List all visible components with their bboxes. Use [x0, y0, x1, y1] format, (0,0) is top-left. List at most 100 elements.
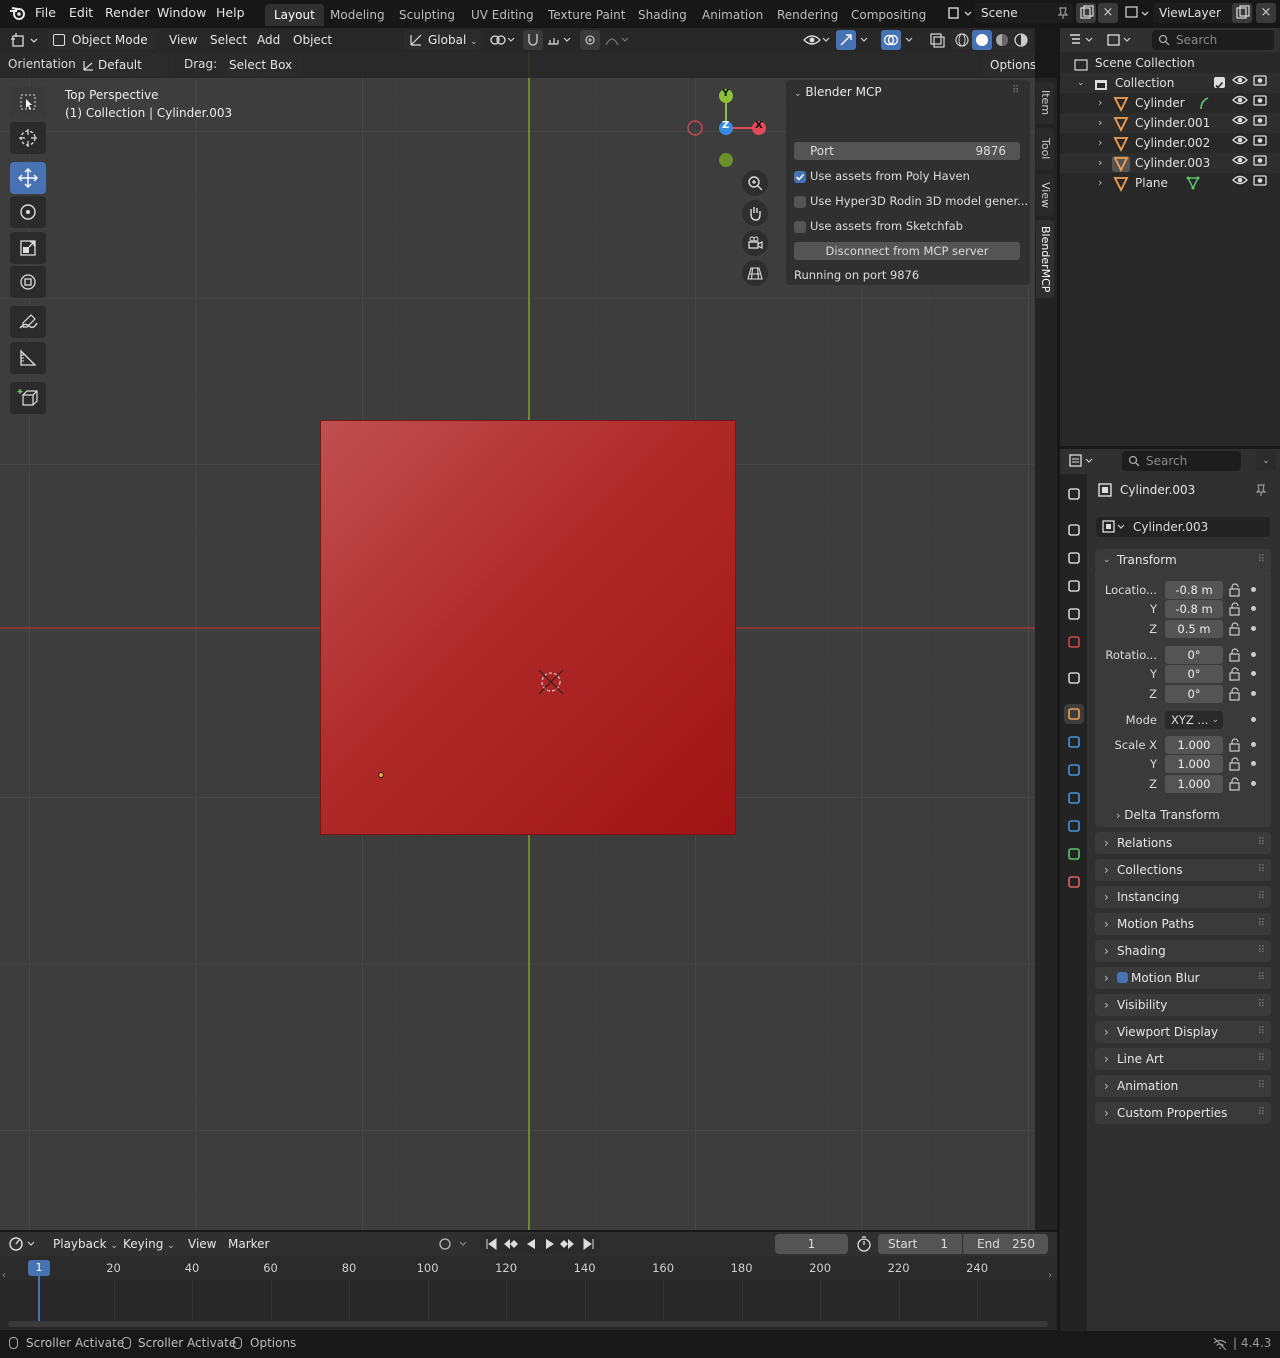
- panel-animation[interactable]: › Animation ⠿: [1095, 1075, 1271, 1097]
- scale-z-field[interactable]: 1.000: [1165, 775, 1223, 793]
- keyframe-dot-icon[interactable]: [1251, 691, 1256, 696]
- snap-toggle-icon[interactable]: [523, 30, 543, 50]
- current-frame-field[interactable]: 1: [775, 1234, 848, 1254]
- drag-handle-icon[interactable]: ⠿: [1258, 1102, 1265, 1124]
- tab-sculpting[interactable]: Sculpting: [390, 4, 464, 26]
- object-data-icon[interactable]: [1064, 844, 1084, 864]
- scale-x-field[interactable]: 1.000: [1165, 736, 1223, 754]
- lock-icon[interactable]: [1228, 667, 1242, 684]
- drag-handle-icon[interactable]: ⠿: [1012, 85, 1019, 96]
- scroll-left-icon[interactable]: ‹: [2, 1270, 6, 1281]
- camera-view-icon[interactable]: [742, 230, 768, 256]
- add-cube-tool[interactable]: [10, 382, 46, 414]
- tool-settings-icon[interactable]: [1064, 484, 1084, 504]
- menu-timeline-view[interactable]: View: [188, 1234, 216, 1254]
- sidebar-tab-view[interactable]: View: [1036, 174, 1054, 216]
- auto-keying-icon[interactable]: [434, 1234, 474, 1254]
- wireframe-shading-icon[interactable]: [953, 31, 971, 49]
- delete-scene-icon[interactable]: ×: [1098, 3, 1118, 23]
- start-frame-field[interactable]: Start 1: [878, 1234, 962, 1254]
- visibility-dropdown-icon[interactable]: [802, 31, 832, 52]
- selected-object-cylinder[interactable]: [320, 420, 736, 835]
- location-y-field[interactable]: -0.8 m: [1165, 600, 1223, 618]
- location-x-field[interactable]: -0.8 m: [1165, 581, 1223, 599]
- jump-end-icon[interactable]: [582, 1237, 596, 1254]
- pin-icon[interactable]: [1254, 483, 1268, 500]
- scene-icon[interactable]: [1064, 604, 1084, 624]
- collection-icon[interactable]: [1064, 668, 1084, 688]
- transform-panel-header[interactable]: ⌄ Transform ⠿: [1095, 549, 1271, 571]
- port-field[interactable]: Port 9876: [794, 142, 1020, 160]
- render-icon[interactable]: [1064, 520, 1084, 540]
- panel-collections[interactable]: › Collections ⠿: [1095, 859, 1271, 881]
- move-tool[interactable]: [10, 162, 46, 194]
- drag-handle-icon[interactable]: ⠿: [1258, 859, 1265, 881]
- tab-layout[interactable]: Layout: [265, 4, 324, 26]
- material-icon[interactable]: [1064, 872, 1084, 892]
- sidebar-tab-item[interactable]: Item: [1036, 82, 1054, 124]
- keyframe-dot-icon[interactable]: [1251, 671, 1256, 676]
- hyper3d-checkbox[interactable]: [794, 196, 806, 208]
- lock-icon[interactable]: [1228, 777, 1242, 794]
- expand-chevron-icon[interactable]: ›: [1098, 153, 1102, 173]
- menu-file[interactable]: File: [35, 0, 56, 26]
- mcp-panel-header[interactable]: ⌄ Blender MCP: [794, 85, 882, 99]
- render-camera-icon[interactable]: [1253, 113, 1267, 130]
- menu-view[interactable]: View: [169, 30, 197, 50]
- 3d-viewport[interactable]: Object Mode ⌄ View Select Add Object Glo…: [0, 28, 1035, 1230]
- menu-help[interactable]: Help: [216, 0, 245, 26]
- tab-animation[interactable]: Animation: [693, 4, 772, 26]
- jump-keyframe-back-icon[interactable]: [502, 1237, 518, 1254]
- drag-handle-icon[interactable]: ⠿: [1258, 994, 1265, 1016]
- visibility-eye-icon[interactable]: [1232, 153, 1248, 170]
- scroll-right-icon[interactable]: ›: [1048, 1270, 1052, 1281]
- scale-y-field[interactable]: 1.000: [1165, 755, 1223, 773]
- outliner-search-input[interactable]: Search: [1152, 30, 1274, 50]
- expand-chevron-icon[interactable]: ›: [1098, 133, 1102, 153]
- zoom-icon[interactable]: [742, 170, 768, 196]
- lock-icon[interactable]: [1228, 757, 1242, 774]
- editor-type-icon[interactable]: [8, 30, 42, 50]
- select-box-tool[interactable]: [10, 86, 46, 118]
- visibility-eye-icon[interactable]: [1232, 73, 1248, 90]
- rotation-mode-dropdown[interactable]: XYZ ... ⌄: [1165, 711, 1223, 729]
- solid-shading-icon[interactable]: [972, 30, 992, 50]
- menu-keying[interactable]: Keying ⌄: [123, 1234, 175, 1254]
- render-camera-icon[interactable]: [1253, 133, 1267, 150]
- tab-compositing[interactable]: Compositing: [842, 4, 935, 26]
- collection-include-checkbox[interactable]: [1214, 77, 1225, 89]
- polyhaven-checkbox[interactable]: [794, 171, 806, 183]
- visibility-eye-icon[interactable]: [1232, 133, 1248, 150]
- proportional-edit-icon[interactable]: [580, 30, 600, 50]
- properties-editor-type-icon[interactable]: [1068, 453, 1098, 472]
- rendered-shading-icon[interactable]: [1012, 31, 1030, 49]
- drag-handle-icon[interactable]: ⠿: [1258, 1021, 1265, 1043]
- menu-playback[interactable]: Playback ⌄: [53, 1234, 118, 1254]
- world-icon[interactable]: [1064, 632, 1084, 652]
- gizmo-toggle-icon[interactable]: [836, 30, 856, 50]
- perspective-toggle-icon[interactable]: [742, 260, 768, 286]
- panel-shading[interactable]: › Shading ⠿: [1095, 940, 1271, 962]
- options-dropdown[interactable]: Options: [982, 55, 1035, 75]
- menu-object[interactable]: Object: [293, 30, 332, 50]
- scene-selector-icon[interactable]: [945, 3, 975, 23]
- visibility-eye-icon[interactable]: [1232, 173, 1248, 190]
- lock-icon[interactable]: [1228, 648, 1242, 665]
- output-icon[interactable]: [1064, 548, 1084, 568]
- visibility-eye-icon[interactable]: [1232, 93, 1248, 110]
- render-camera-icon[interactable]: [1253, 93, 1267, 110]
- panel-motion-blur[interactable]: › Motion Blur ⠿: [1095, 967, 1271, 989]
- jump-keyframe-forward-icon[interactable]: [560, 1237, 576, 1254]
- play-icon[interactable]: [543, 1237, 557, 1254]
- expand-chevron-icon[interactable]: ⌄: [1077, 73, 1085, 93]
- panel-instancing[interactable]: › Instancing ⠿: [1095, 886, 1271, 908]
- tab-modeling[interactable]: Modeling: [321, 4, 394, 26]
- snap-target-icon[interactable]: [545, 32, 575, 51]
- jump-start-icon[interactable]: [484, 1237, 498, 1254]
- keyframe-dot-icon[interactable]: [1251, 742, 1256, 747]
- new-viewlayer-icon[interactable]: [1232, 3, 1252, 23]
- orientation-dropdown[interactable]: Default: [76, 55, 174, 75]
- menu-marker[interactable]: Marker: [228, 1234, 269, 1254]
- cursor-tool[interactable]: [10, 122, 46, 154]
- visibility-eye-icon[interactable]: [1232, 113, 1248, 130]
